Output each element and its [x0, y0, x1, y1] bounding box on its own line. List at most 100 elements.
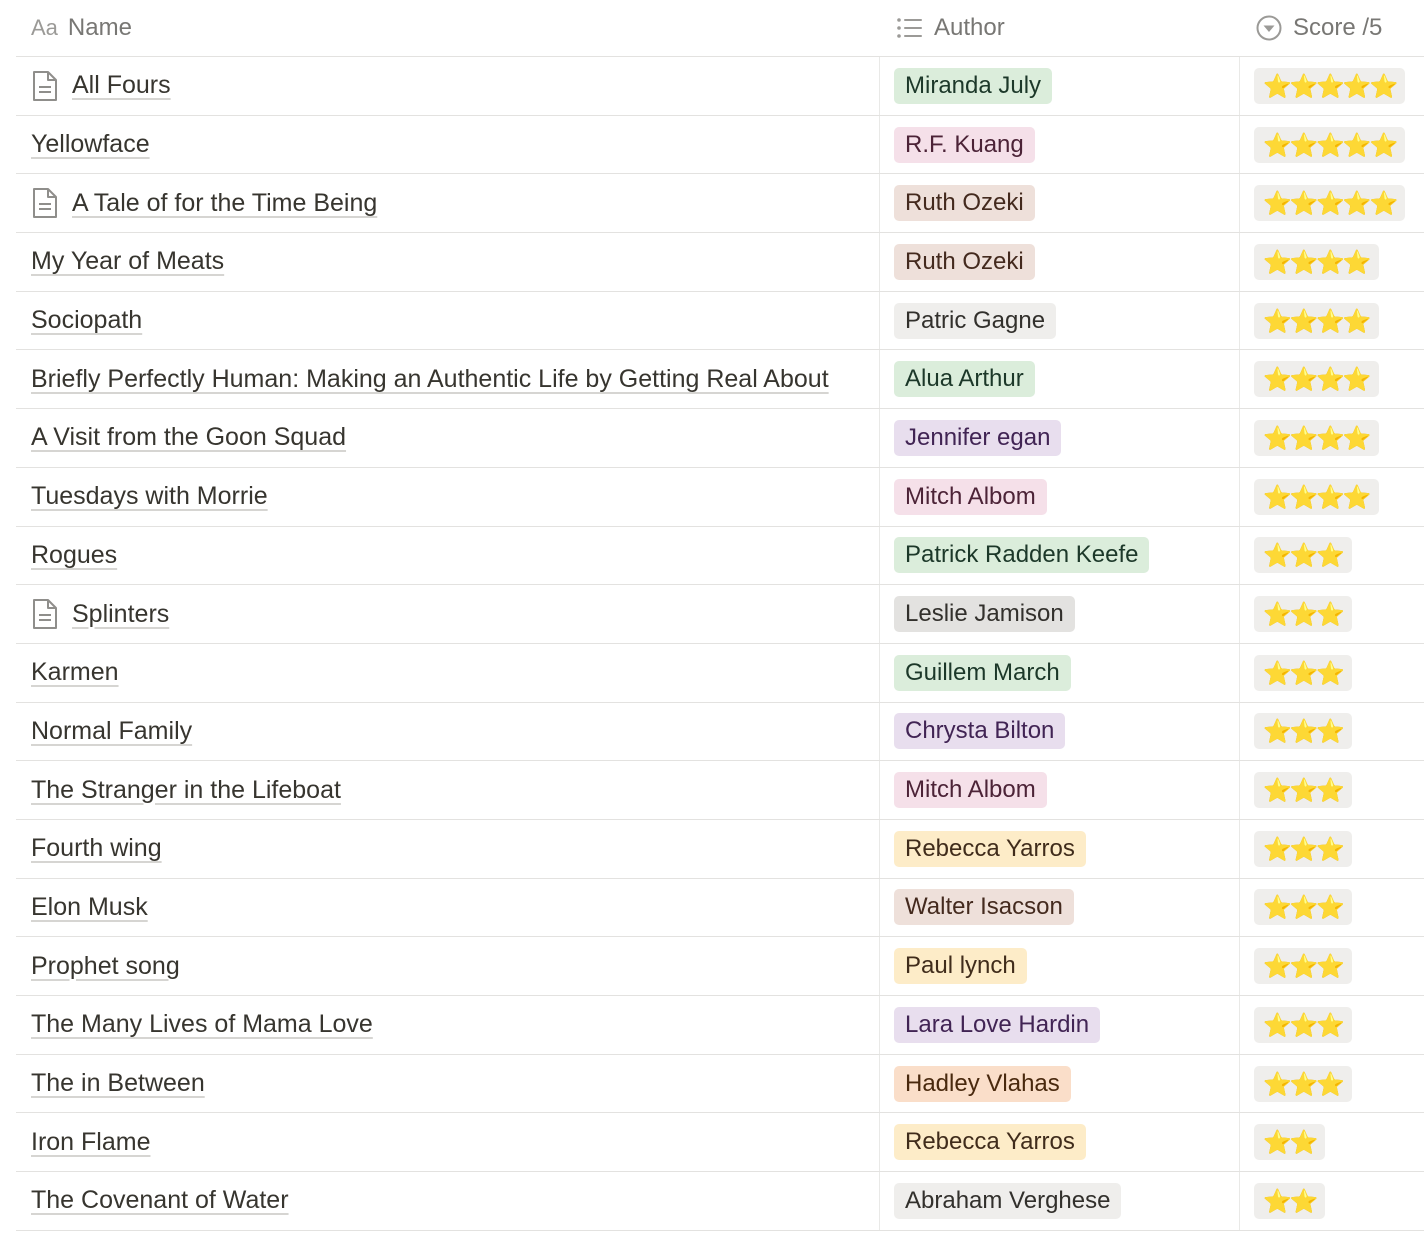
book-title-link[interactable]: Fourth wing: [31, 834, 162, 863]
name-cell[interactable]: The Many Lives of Mama Love: [16, 996, 880, 1054]
table-row[interactable]: The Many Lives of Mama Love Lara Love Har…: [16, 996, 1424, 1055]
book-title-link[interactable]: Karmen: [31, 658, 119, 687]
table-row[interactable]: Briefly Perfectly Human: Making an Authe…: [16, 350, 1424, 410]
author-cell[interactable]: Jennifer egan: [880, 409, 1240, 467]
name-cell[interactable]: Sociopath: [16, 291, 880, 350]
author-cell[interactable]: Guillem March: [880, 643, 1240, 702]
score-cell[interactable]: ⭐⭐⭐⭐: [1240, 350, 1424, 408]
score-cell[interactable]: ⭐⭐⭐⭐: [1240, 468, 1424, 526]
table-row[interactable]: Fourth wing Rebecca Yarros ⭐⭐⭐: [16, 819, 1424, 879]
name-cell[interactable]: Prophet song: [16, 937, 880, 995]
score-cell[interactable]: ⭐⭐⭐: [1240, 1055, 1424, 1113]
book-title-link[interactable]: Rogues: [31, 541, 117, 570]
score-cell[interactable]: ⭐⭐⭐: [1240, 585, 1424, 643]
book-title-link[interactable]: Splinters: [72, 600, 169, 629]
author-cell[interactable]: Paul lynch: [880, 937, 1240, 995]
author-cell[interactable]: R.F. Kuang: [880, 115, 1240, 174]
name-cell[interactable]: Karmen: [16, 643, 880, 702]
table-row[interactable]: The Stranger in the Lifeboat Mitch Albom ⭐…: [16, 761, 1424, 820]
table-row[interactable]: The Covenant of Water Abraham Verghese ⭐⭐: [16, 1172, 1424, 1231]
table-row[interactable]: Iron Flame Rebecca Yarros ⭐⭐: [16, 1113, 1424, 1173]
name-cell[interactable]: A Tale of for the Time Being: [16, 174, 880, 233]
name-cell[interactable]: Splinters: [16, 585, 880, 643]
score-cell[interactable]: ⭐⭐⭐: [1240, 527, 1424, 585]
book-title-link[interactable]: Prophet song: [31, 952, 180, 981]
score-cell[interactable]: ⭐⭐: [1240, 1113, 1424, 1171]
book-title-link[interactable]: The in Between: [31, 1069, 205, 1098]
name-cell[interactable]: Iron Flame: [16, 1113, 880, 1172]
score-cell[interactable]: ⭐⭐⭐: [1240, 996, 1424, 1054]
author-cell[interactable]: Mitch Albom: [880, 467, 1240, 526]
name-cell[interactable]: Tuesdays with Morrie: [16, 467, 880, 526]
name-cell[interactable]: A Visit from the Goon Squad: [16, 409, 880, 467]
book-title-link[interactable]: Normal Family: [31, 717, 192, 746]
table-row[interactable]: Splinters Leslie Jamison ⭐⭐⭐: [16, 585, 1424, 644]
score-cell[interactable]: ⭐⭐: [1240, 1172, 1424, 1230]
score-cell[interactable]: ⭐⭐⭐: [1240, 761, 1424, 819]
author-cell[interactable]: Chrysta Bilton: [880, 702, 1240, 761]
author-cell[interactable]: Patrick Radden Keefe: [880, 526, 1240, 585]
book-title-link[interactable]: Briefly Perfectly Human: Making an Authe…: [31, 365, 829, 394]
author-cell[interactable]: Lara Love Hardin: [880, 996, 1240, 1054]
score-cell[interactable]: ⭐⭐⭐⭐⭐: [1240, 57, 1424, 115]
name-cell[interactable]: My Year of Meats: [16, 233, 880, 291]
score-cell[interactable]: ⭐⭐⭐⭐: [1240, 292, 1424, 350]
table-row[interactable]: Karmen Guillem March ⭐⭐⭐: [16, 643, 1424, 703]
book-title-link[interactable]: Sociopath: [31, 306, 142, 335]
score-cell[interactable]: ⭐⭐⭐: [1240, 703, 1424, 761]
column-header-score[interactable]: Score /5: [1240, 0, 1424, 56]
name-cell[interactable]: The Stranger in the Lifeboat: [16, 761, 880, 819]
table-row[interactable]: All Fours Miranda July ⭐⭐⭐⭐⭐: [16, 57, 1424, 116]
author-cell[interactable]: Leslie Jamison: [880, 585, 1240, 643]
name-cell[interactable]: Elon Musk: [16, 878, 880, 937]
book-title-link[interactable]: Iron Flame: [31, 1128, 150, 1157]
author-cell[interactable]: Ruth Ozeki: [880, 233, 1240, 291]
name-cell[interactable]: Rogues: [16, 526, 880, 585]
book-title-link[interactable]: The Covenant of Water: [31, 1186, 289, 1215]
score-cell[interactable]: ⭐⭐⭐: [1240, 644, 1424, 702]
name-cell[interactable]: Yellowface: [16, 115, 880, 174]
author-cell[interactable]: Hadley Vlahas: [880, 1054, 1240, 1113]
score-cell[interactable]: ⭐⭐⭐⭐⭐: [1240, 116, 1424, 174]
table-row[interactable]: The in Between Hadley Vlahas ⭐⭐⭐: [16, 1054, 1424, 1114]
book-title-link[interactable]: Elon Musk: [31, 893, 148, 922]
score-cell[interactable]: ⭐⭐⭐: [1240, 879, 1424, 937]
book-title-link[interactable]: The Stranger in the Lifeboat: [31, 776, 341, 805]
author-cell[interactable]: Patric Gagne: [880, 291, 1240, 350]
name-cell[interactable]: Normal Family: [16, 702, 880, 761]
score-cell[interactable]: ⭐⭐⭐⭐: [1240, 409, 1424, 467]
table-row[interactable]: Yellowface R.F. Kuang ⭐⭐⭐⭐⭐: [16, 115, 1424, 175]
author-cell[interactable]: Alua Arthur: [880, 350, 1240, 409]
score-cell[interactable]: ⭐⭐⭐⭐: [1240, 233, 1424, 291]
author-cell[interactable]: Rebecca Yarros: [880, 819, 1240, 878]
name-cell[interactable]: Fourth wing: [16, 819, 880, 878]
name-cell[interactable]: Briefly Perfectly Human: Making an Authe…: [16, 350, 880, 409]
table-row[interactable]: Sociopath Patric Gagne ⭐⭐⭐⭐: [16, 291, 1424, 351]
author-cell[interactable]: Miranda July: [880, 57, 1240, 115]
table-row[interactable]: A Visit from the Goon Squad Jennifer egan…: [16, 409, 1424, 468]
book-title-link[interactable]: All Fours: [72, 71, 171, 100]
column-header-author[interactable]: Author: [880, 0, 1240, 56]
name-cell[interactable]: The Covenant of Water: [16, 1172, 880, 1230]
table-row[interactable]: Elon Musk Walter Isacson ⭐⭐⭐: [16, 878, 1424, 938]
author-cell[interactable]: Rebecca Yarros: [880, 1113, 1240, 1172]
book-title-link[interactable]: Tuesdays with Morrie: [31, 482, 268, 511]
table-row[interactable]: Prophet song Paul lynch ⭐⭐⭐: [16, 937, 1424, 996]
table-row[interactable]: Rogues Patrick Radden Keefe ⭐⭐⭐: [16, 526, 1424, 586]
book-title-link[interactable]: Yellowface: [31, 130, 150, 159]
author-cell[interactable]: Abraham Verghese: [880, 1172, 1240, 1230]
score-cell[interactable]: ⭐⭐⭐⭐⭐: [1240, 174, 1424, 232]
score-cell[interactable]: ⭐⭐⭐: [1240, 937, 1424, 995]
book-title-link[interactable]: My Year of Meats: [31, 247, 224, 276]
name-cell[interactable]: All Fours: [16, 57, 880, 115]
table-row[interactable]: Tuesdays with Morrie Mitch Albom ⭐⭐⭐⭐: [16, 467, 1424, 527]
name-cell[interactable]: The in Between: [16, 1054, 880, 1113]
table-row[interactable]: Normal Family Chrysta Bilton ⭐⭐⭐: [16, 702, 1424, 762]
book-title-link[interactable]: A Tale of for the Time Being: [72, 189, 377, 218]
book-title-link[interactable]: A Visit from the Goon Squad: [31, 423, 346, 452]
table-row[interactable]: A Tale of for the Time Being Ruth Ozeki ⭐⭐…: [16, 174, 1424, 234]
column-header-name[interactable]: Aa Name: [16, 0, 880, 56]
author-cell[interactable]: Walter Isacson: [880, 878, 1240, 937]
book-title-link[interactable]: The Many Lives of Mama Love: [31, 1010, 373, 1039]
table-row[interactable]: My Year of Meats Ruth Ozeki ⭐⭐⭐⭐: [16, 233, 1424, 292]
